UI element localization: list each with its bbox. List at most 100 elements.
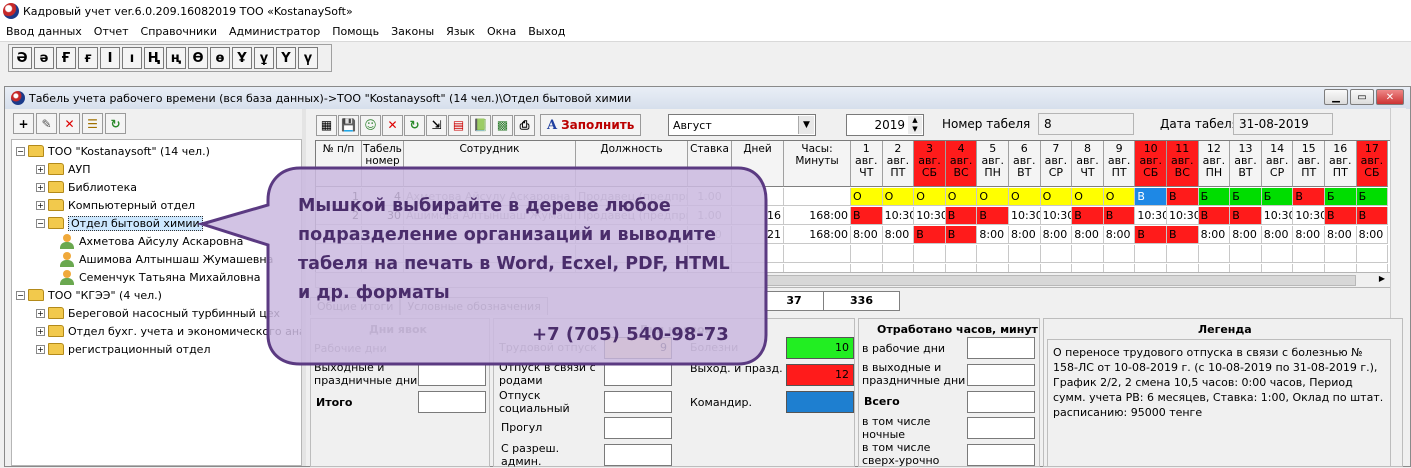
worked-working-field[interactable] [967, 337, 1035, 359]
day-cell[interactable]: 8:00 [1230, 226, 1262, 244]
char-button[interactable]: Ұ [232, 47, 252, 69]
empty-cell[interactable] [1198, 245, 1231, 263]
tree-node[interactable]: + Отдел бухг. учета и экономического анал… [36, 322, 301, 340]
calendar-icon[interactable]: ▤ [448, 114, 469, 136]
tree-employee[interactable]: Семенчук Татьяна Михайловна [60, 268, 260, 286]
day-cell[interactable]: В [1135, 188, 1167, 206]
day-cell[interactable]: 8:00 [1293, 226, 1325, 244]
social-leave-field[interactable] [604, 391, 672, 413]
char-button[interactable]: Ү [276, 47, 296, 69]
admin-leave-field[interactable] [604, 444, 672, 466]
day-cell[interactable]: 10:30 [1135, 207, 1167, 225]
empty-cell[interactable] [784, 245, 851, 263]
day-cell[interactable]: О [977, 188, 1009, 206]
day-cell[interactable]: 10:30 [1167, 207, 1199, 225]
delete-icon[interactable]: ✕ [59, 113, 80, 134]
row-cell-days[interactable] [732, 188, 784, 206]
worked-weekend-field[interactable] [967, 364, 1035, 386]
tree-node[interactable]: + АУП [36, 160, 91, 178]
menu-report[interactable]: Отчет [88, 25, 135, 38]
char-button[interactable]: ң [166, 47, 186, 69]
weekend-days-field[interactable] [418, 364, 486, 386]
collapse-icon[interactable]: − [36, 218, 45, 228]
char-button[interactable]: ғ [78, 47, 98, 69]
day-cell[interactable]: 8:00 [1040, 226, 1073, 244]
day-cell[interactable]: 8:00 [1261, 226, 1294, 244]
menu-language[interactable]: Язык [440, 25, 481, 38]
day-cell[interactable]: 8:00 [851, 226, 883, 244]
fill-button[interactable]: A Заполнить [540, 114, 642, 136]
expand-icon[interactable]: + [36, 200, 45, 210]
day-cell[interactable]: Б [1230, 188, 1262, 206]
empty-cell[interactable] [1325, 245, 1357, 263]
menu-help[interactable]: Помощь [326, 25, 385, 38]
empty-cell[interactable] [1135, 245, 1167, 263]
save-icon[interactable]: 💾 [338, 114, 359, 136]
day-cell[interactable]: 10:30 [1009, 207, 1041, 225]
tree-node[interactable]: − ТОО "КГЭЭ" (4 чел.) [16, 286, 162, 304]
day-cell[interactable]: В [1167, 226, 1199, 244]
day-cell[interactable]: 10:30 [1040, 207, 1073, 225]
row-cell-days[interactable]: 16 [732, 207, 784, 225]
menu-admin[interactable]: Администратор [223, 25, 326, 38]
char-button[interactable]: ı [122, 47, 142, 69]
day-cell[interactable]: В [945, 226, 978, 244]
book-icon[interactable]: 📗 [470, 114, 491, 136]
close-window-button[interactable]: ✕ [1376, 89, 1404, 105]
char-button[interactable]: ө [210, 47, 230, 69]
day-cell[interactable]: 10:30 [1261, 207, 1294, 225]
char-button[interactable]: І [100, 47, 120, 69]
empty-cell[interactable] [1040, 245, 1073, 263]
worked-total-field[interactable] [967, 391, 1035, 413]
empty-cell[interactable] [1072, 245, 1104, 263]
employee-icon[interactable]: ☺ [360, 114, 381, 136]
refresh-grid-icon[interactable]: ↻ [404, 114, 425, 136]
day-cell[interactable]: В [977, 207, 1009, 225]
day-cell[interactable]: 8:00 [1072, 226, 1104, 244]
grid-icon[interactable]: ▦ [316, 114, 337, 136]
sick-field[interactable]: 10 [786, 337, 854, 359]
empty-cell[interactable] [1293, 245, 1325, 263]
tree-node[interactable]: + Библиотека [36, 178, 137, 196]
day-cell[interactable]: 8:00 [882, 226, 915, 244]
day-cell[interactable]: В [1103, 207, 1136, 225]
collapse-icon[interactable]: − [16, 146, 25, 156]
day-cell[interactable]: В [914, 226, 946, 244]
expand-icon[interactable]: + [36, 326, 45, 336]
char-button[interactable]: Ә [12, 47, 32, 69]
empty-cell[interactable] [1009, 245, 1041, 263]
row-cell-days[interactable]: 21 [732, 226, 784, 244]
tree-employee[interactable]: Ахметова Айсулу Аскаровна [60, 232, 243, 250]
holiday-field[interactable]: 12 [786, 364, 854, 386]
expand-icon[interactable]: + [36, 164, 45, 174]
day-cell[interactable]: 10:30 [1293, 207, 1325, 225]
spin-arrows-icon[interactable]: ▲ ▼ [908, 116, 922, 134]
edit-icon[interactable]: ✎ [36, 113, 57, 134]
day-cell[interactable]: 8:00 [1325, 226, 1357, 244]
char-button[interactable]: Ғ [56, 47, 76, 69]
empty-cell[interactable] [732, 245, 784, 263]
char-button[interactable]: Ө [188, 47, 208, 69]
tree-node[interactable]: − ТОО "Kostanaysoft" (14 чел.) [16, 142, 210, 160]
empty-cell[interactable] [914, 245, 946, 263]
day-cell[interactable]: 8:00 [1356, 226, 1389, 244]
expand-icon[interactable]: + [36, 344, 45, 354]
day-cell[interactable]: О [882, 188, 915, 206]
total-field[interactable] [418, 391, 486, 413]
day-cell[interactable]: О [945, 188, 978, 206]
empty-cell[interactable] [977, 245, 1009, 263]
tree-node[interactable]: + Компьютерный отдел [36, 196, 195, 214]
char-button[interactable]: ұ [254, 47, 274, 69]
menu-windows[interactable]: Окна [481, 25, 522, 38]
day-cell[interactable]: 10:30 [882, 207, 915, 225]
tree-node[interactable]: − Отдел бытовой химии [36, 214, 203, 232]
day-cell[interactable]: В [851, 207, 883, 225]
empty-cell[interactable] [945, 245, 978, 263]
maternity-field[interactable] [604, 364, 672, 386]
day-cell[interactable]: О [1009, 188, 1041, 206]
print-icon[interactable]: ⎙ [514, 114, 535, 136]
empty-cell[interactable] [1261, 245, 1294, 263]
org-tree[interactable]: − ТОО "Kostanaysoft" (14 чел.) + АУП + Библио… [11, 139, 302, 466]
day-cell[interactable]: О [1040, 188, 1073, 206]
add-icon[interactable]: + [13, 113, 34, 134]
